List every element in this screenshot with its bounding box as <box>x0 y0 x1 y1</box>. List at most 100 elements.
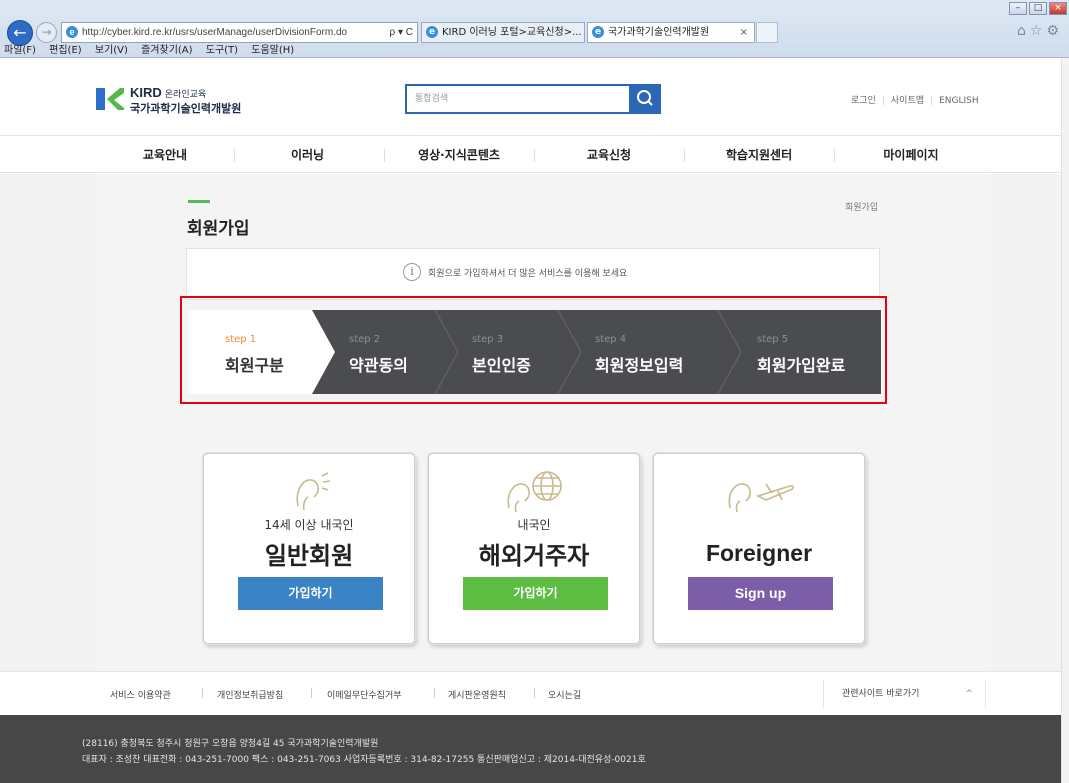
step-label: 회원구분 <box>225 356 284 375</box>
gear-icon[interactable]: ⚙ <box>1046 23 1063 39</box>
footer-divider <box>434 688 435 698</box>
join-overseas-button[interactable]: 가입하기 <box>463 577 608 610</box>
footer-divider <box>534 688 535 698</box>
menu-favorites[interactable]: 즐겨찾기(A) <box>141 45 192 56</box>
logo-main: KIRD <box>130 85 162 100</box>
divider: | <box>881 96 885 106</box>
join-general-button[interactable]: 가입하기 <box>238 577 383 610</box>
address-tools[interactable]: ρ ▾ C <box>390 23 414 42</box>
footer-divider <box>311 688 312 698</box>
ie-page-icon: e <box>66 26 78 38</box>
related-sites-label: 관련사이트 바로가기 <box>842 689 920 699</box>
scrollbar[interactable] <box>1061 58 1069 783</box>
step-number: step 2 <box>349 334 381 345</box>
site-header: KIRD 온라인교육 국가과학기술인력개발원 통합검색 로그인 | 사이트맵 | ENGL… <box>0 58 1069 136</box>
browser-tab-kird-org[interactable]: e 국가과학기술인력개발원 × <box>587 22 755 43</box>
back-arrow-icon[interactable]: ← <box>7 20 33 46</box>
search-button[interactable] <box>629 84 661 114</box>
english-link[interactable]: ENGLISH <box>939 96 979 106</box>
kird-logo-icon[interactable] <box>96 86 124 112</box>
info-icon: i <box>403 263 421 281</box>
footer-divider <box>202 688 203 698</box>
logo-sub: 온라인교육 <box>164 89 207 99</box>
footer-info: (28116) 충청북도 청주시 청원구 오창읍 양청4길 45 국가과학기술인… <box>0 715 1069 783</box>
footer-address: (28116) 충청북도 청주시 청원구 오창읍 양청4길 45 국가과학기술인… <box>82 739 379 749</box>
address-url: http://cyber.kird.re.kr/usrs/userManage/… <box>82 27 348 38</box>
maximize-icon[interactable]: □ <box>1029 2 1047 15</box>
nav-elearning[interactable]: 이러닝 <box>235 137 380 173</box>
step-label: 약관동의 <box>349 356 408 375</box>
step-label: 본인인증 <box>472 356 531 375</box>
search-input[interactable]: 통합검색 <box>405 84 629 114</box>
new-tab-button[interactable] <box>756 22 778 43</box>
close-window-icon[interactable]: × <box>1049 2 1067 15</box>
nav-mypage[interactable]: 마이페이지 <box>835 137 987 173</box>
step-label: 회원정보입력 <box>595 356 684 375</box>
step-number: step 1 <box>225 334 257 345</box>
home-icon[interactable]: ⌂ <box>1017 23 1030 39</box>
nav-learning-support[interactable]: 학습지원센터 <box>685 137 833 173</box>
ie-tab-icon: e <box>592 26 604 38</box>
step-number: step 4 <box>595 334 627 345</box>
card-foreigner-member[interactable]: Foreigner Sign up <box>653 453 865 644</box>
footer-company-info: 대표자 : 조성찬 대표전화 : 043-251-7000 팩스 : 043-2… <box>82 755 646 765</box>
footer-email-refusal-link[interactable]: 이메일무단수집거부 <box>327 688 402 701</box>
forward-arrow-icon[interactable]: → <box>36 22 57 43</box>
browser-tab-kird-portal[interactable]: e KIRD 이러닝 포털>교육신청>... <box>421 22 585 43</box>
card-subtitle: 14세 이상 내국인 <box>264 518 354 532</box>
globe-person-icon <box>507 471 562 513</box>
window-controls: – □ × <box>1007 2 1067 15</box>
nav-course-apply[interactable]: 교육신청 <box>535 137 683 173</box>
menu-file[interactable]: 파일(F) <box>4 45 36 56</box>
menu-help[interactable]: 도움말(H) <box>251 45 294 56</box>
web-page: KIRD 온라인교육 국가과학기술인력개발원 통합검색 로그인 | 사이트맵 | ENGL… <box>0 58 1069 783</box>
sitemap-link[interactable]: 사이트맵 <box>891 96 924 106</box>
footer-terms-link[interactable]: 서비스 이용약관 <box>110 688 171 701</box>
minimize-icon[interactable]: – <box>1009 2 1027 15</box>
menu-edit[interactable]: 편집(E) <box>49 45 82 56</box>
card-title: 해외거주자 <box>478 542 590 570</box>
footer-directions-link[interactable]: 오시는길 <box>548 688 581 701</box>
step-number: step 3 <box>472 334 504 345</box>
card-general-member[interactable]: 14세 이상 내국인 일반회원 가입하기 <box>203 453 415 644</box>
util-links: 로그인 | 사이트맵 | ENGLISH <box>851 93 979 106</box>
divider: | <box>930 96 934 106</box>
main-navigation: 교육안내 이러닝 영상·지식콘텐츠 교육신청 학습지원센터 마이페이지 <box>0 137 1069 173</box>
nav-education-guide[interactable]: 교육안내 <box>95 137 235 173</box>
star-icon[interactable]: ☆ <box>1030 23 1047 39</box>
tab-label: 국가과학기술인력개발원 <box>608 27 710 38</box>
browser-chrome: ← → e http://cyber.kird.re.kr/usrs/userM… <box>0 0 1069 58</box>
card-subtitle: 내국인 <box>517 518 551 532</box>
tab-label: KIRD 이러닝 포털>교육신청>... <box>442 27 582 38</box>
nav-video-contents[interactable]: 영상·지식콘텐츠 <box>385 137 533 173</box>
breadcrumb: 회원가입 <box>845 203 879 213</box>
card-overseas-member[interactable]: 내국인 해외거주자 가입하기 <box>428 453 640 644</box>
menu-bar: 파일(F) 편집(E) 보기(V) 즐겨찾기(A) 도구(T) 도움말(H) <box>0 44 1069 58</box>
ie-tab-icon: e <box>426 26 438 38</box>
footer-privacy-link[interactable]: 개인정보취급방침 <box>217 688 283 701</box>
logo-org[interactable]: 국가과학기술인력개발원 <box>130 100 241 116</box>
signup-foreigner-button[interactable]: Sign up <box>688 577 833 610</box>
step-number: step 5 <box>757 334 789 345</box>
logo-title[interactable]: KIRD 온라인교육 <box>130 85 206 100</box>
menu-tools[interactable]: 도구(T) <box>206 45 238 56</box>
info-text: 회원으로 가입하셔서 더 많은 서비스를 이용해 보세요 <box>428 269 628 279</box>
address-bar[interactable]: e http://cyber.kird.re.kr/usrs/userManag… <box>61 22 418 43</box>
page-title: 회원가입 <box>187 219 250 239</box>
person-icon <box>296 472 331 511</box>
chevron-up-icon: ^ <box>965 689 973 699</box>
login-link[interactable]: 로그인 <box>851 96 876 106</box>
related-sites-dropdown[interactable]: 관련사이트 바로가기 ^ <box>823 680 986 708</box>
step-label: 회원가입완료 <box>757 356 846 375</box>
browser-toolbar-icons: ⌂☆⚙ <box>1017 23 1063 39</box>
signup-steps: step 1 회원구분 step 2 약관동의 step 3 본인인증 step… <box>188 310 881 394</box>
menu-view[interactable]: 보기(V) <box>95 45 128 56</box>
footer-links: 서비스 이용약관 개인정보취급방침 이메일무단수집거부 게시판운영원칙 오시는길… <box>0 671 1069 715</box>
card-title: Foreigner <box>705 540 813 566</box>
search-icon <box>637 90 653 106</box>
footer-board-policy-link[interactable]: 게시판운영원칙 <box>448 688 506 701</box>
card-title: 일반회원 <box>264 542 354 570</box>
airplane-person-icon <box>728 483 794 513</box>
tab-close-icon[interactable]: × <box>740 23 748 42</box>
title-accent-bar <box>188 200 210 203</box>
